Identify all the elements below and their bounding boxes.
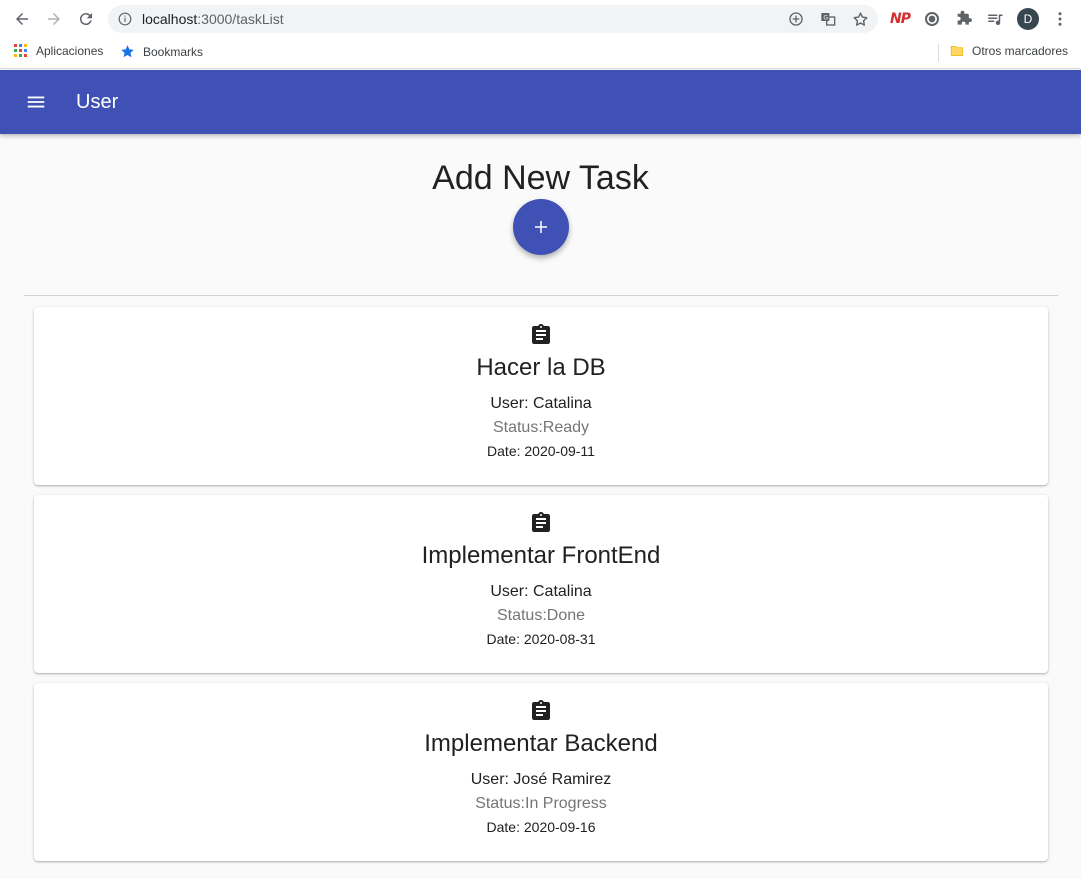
star-icon: [121, 45, 134, 58]
clipboard-icon: [532, 324, 550, 344]
translate-icon[interactable]: G: [819, 10, 837, 28]
app-bar: User: [0, 70, 1081, 134]
other-bookmarks[interactable]: Otros marcadores: [950, 44, 1068, 58]
bookmarks-separator: [938, 44, 939, 62]
task-status: Status:In Progress: [475, 795, 607, 812]
app-title: User: [76, 91, 119, 113]
task-card[interactable]: Implementar FrontEnd User: Catalina Stat…: [34, 495, 1048, 673]
page-heading: Add New Task: [432, 159, 649, 197]
media-control-icon[interactable]: [985, 9, 1005, 29]
task-date: Date: 2020-08-31: [486, 631, 596, 647]
add-task-button[interactable]: [513, 199, 569, 255]
folder-icon: [950, 46, 964, 56]
menu-icon: [27, 96, 45, 108]
url-text[interactable]: localhost:3000/taskList: [142, 11, 284, 27]
task-date: Date: 2020-09-11: [487, 443, 595, 459]
task-card[interactable]: Hacer la DB User: Catalina Status:Ready …: [34, 307, 1048, 485]
bookmark-bookmarks[interactable]: Bookmarks: [120, 44, 203, 59]
task-status: Status:Ready: [492, 419, 590, 436]
plus-icon: [535, 221, 547, 233]
reload-icon: [79, 13, 92, 26]
np-extension-icon[interactable]: NP: [890, 9, 911, 29]
bookmark-bookmarks-label: Bookmarks: [143, 44, 204, 59]
profile-initial: D: [1023, 12, 1033, 26]
task-date: Date: 2020-09-16: [486, 819, 596, 835]
address-bar[interactable]: localhost:3000/taskList G: [108, 5, 878, 33]
task-user: User: José Ramirez: [470, 771, 612, 788]
puzzle-icon[interactable]: [954, 9, 974, 29]
task-title: Implementar FrontEnd: [421, 542, 661, 569]
more-vert-icon[interactable]: [1050, 9, 1070, 29]
menu-button[interactable]: [24, 90, 48, 114]
clipboard-icon: [532, 700, 550, 720]
reload-button[interactable]: [74, 7, 98, 31]
apps-grid-icon: [14, 44, 27, 57]
task-user: User: Catalina: [490, 583, 592, 600]
divider: [24, 295, 1058, 296]
task-title: Implementar Backend: [424, 730, 658, 757]
task-title: Hacer la DB: [476, 354, 606, 381]
arrow-right-icon: [48, 13, 60, 25]
arrow-left-icon: [16, 13, 28, 25]
other-bookmarks-label: Otros marcadores: [972, 44, 1069, 58]
bookmark-apps[interactable]: Aplicaciones: [14, 44, 103, 58]
task-status: Status:Done: [496, 607, 586, 624]
task-card[interactable]: Implementar Backend User: José Ramirez S…: [34, 683, 1048, 861]
browser-toolbar: localhost:3000/taskList G NP D: [0, 0, 1081, 38]
bookmark-star-icon[interactable]: [851, 10, 869, 28]
bookmark-apps-label: Aplicaciones: [36, 44, 104, 58]
clipboard-icon: [532, 512, 550, 532]
circle-extension-icon[interactable]: [922, 9, 942, 29]
profile-avatar[interactable]: D: [1017, 8, 1039, 30]
url-host: localhost: [142, 11, 198, 27]
svg-text:G: G: [823, 15, 828, 22]
url-path: :3000/taskList: [197, 11, 284, 27]
np-extension-label: NP: [890, 11, 911, 27]
add-icon[interactable]: [787, 10, 805, 28]
info-icon[interactable]: [118, 12, 132, 26]
bookmarks-bar: Aplicaciones Bookmarks Otros marcadores: [0, 38, 1081, 69]
task-user: User: Catalina: [490, 395, 592, 412]
back-button[interactable]: [10, 7, 34, 31]
forward-button[interactable]: [42, 7, 66, 31]
